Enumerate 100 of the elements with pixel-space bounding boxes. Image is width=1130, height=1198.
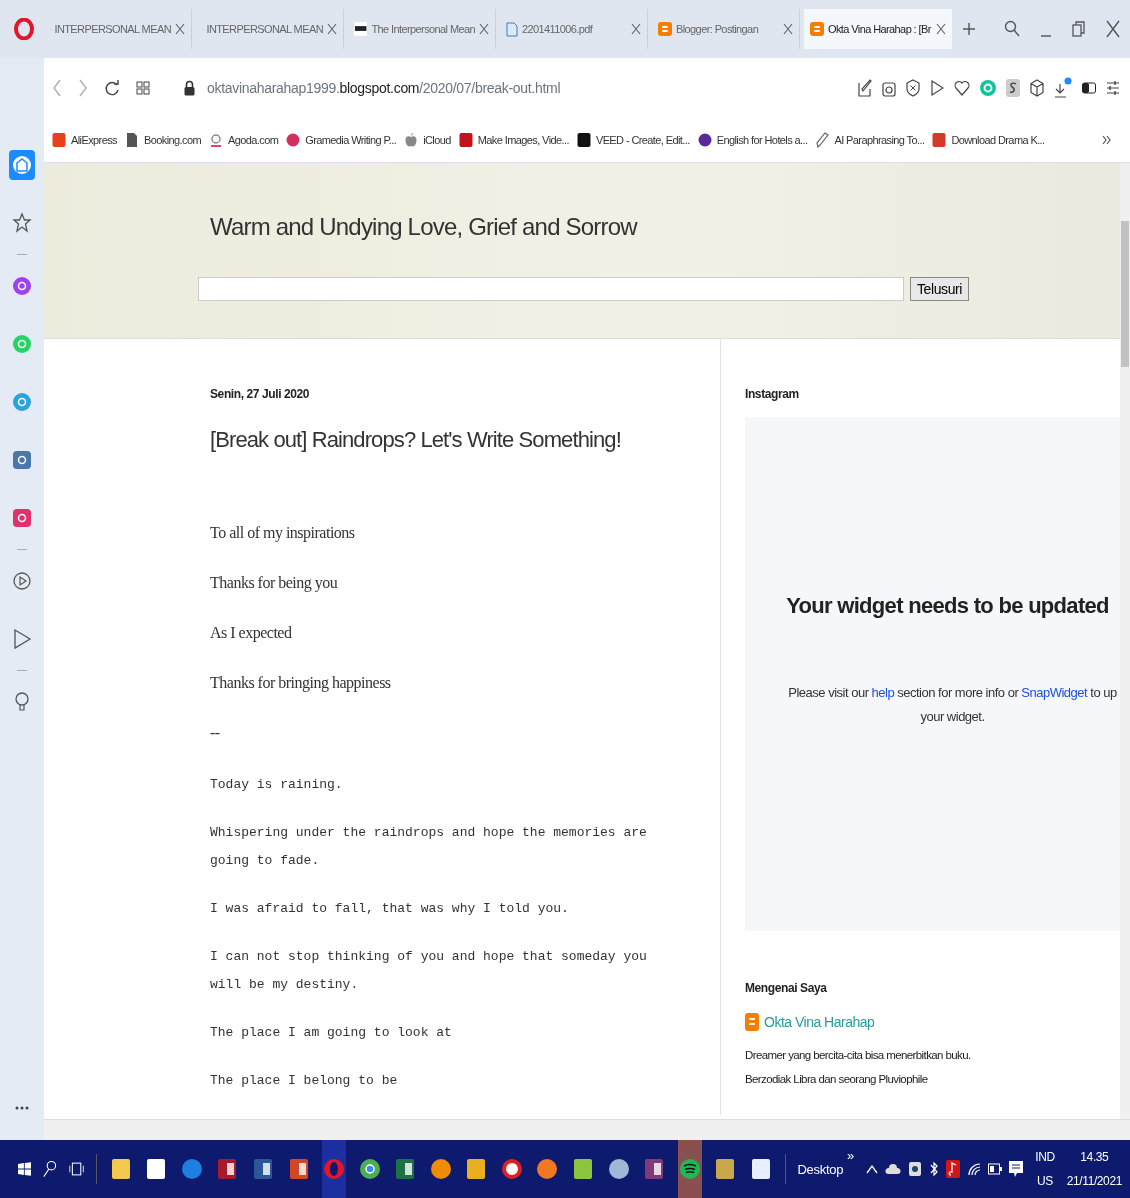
restore-icon[interactable] — [1072, 20, 1086, 38]
bookmark[interactable]: iCloud — [404, 132, 451, 148]
search-field[interactable] — [198, 277, 904, 301]
bookmark[interactable]: VEED - Create, Edit... — [576, 132, 690, 148]
widget-heading: Instagram — [745, 387, 800, 401]
opera-app-icon[interactable] — [322, 1140, 346, 1198]
site-logo-icon — [458, 132, 473, 148]
caret-icon[interactable] — [866, 1164, 879, 1174]
grid-icon[interactable] — [136, 81, 150, 95]
camera-icon[interactable] — [908, 1161, 923, 1177]
site-logo-icon — [697, 132, 712, 148]
battery-icon[interactable] — [988, 1163, 1003, 1175]
bookmark[interactable]: AI Paraphrasing To... — [815, 132, 925, 148]
wifi-icon[interactable] — [967, 1162, 982, 1176]
desktop-toolbar-label[interactable]: Desktop — [797, 1161, 844, 1177]
widget-message: Please visit our help section for more info or SnapWidget to up your widget. — [788, 684, 1117, 726]
search-button[interactable]: Telusuri — [910, 277, 970, 301]
bookmark[interactable]: AliExpress — [52, 132, 117, 148]
search-icon[interactable] — [1004, 20, 1020, 38]
more-icon[interactable] — [15, 1106, 29, 1110]
post-paragraph: I was afraid to fall, that was why I told you. — [210, 900, 570, 918]
post-paragraph: The place I belong to be — [210, 1072, 399, 1090]
widget-message-title: Your widget needs to be updated — [786, 593, 1109, 619]
spotify-app-icon[interactable] — [677, 1140, 702, 1198]
browser-tab[interactable]: 2201411006.pdf — [500, 9, 648, 49]
bookmark[interactable]: Gramedia Writing P... — [286, 132, 397, 148]
close-icon[interactable] — [783, 23, 793, 35]
toggle-icon[interactable] — [1082, 82, 1096, 94]
bookmark[interactable]: English for Hotels a... — [697, 132, 808, 148]
browser-tab[interactable]: INTERPERSONAL MEAN — [44, 9, 192, 49]
edit-icon[interactable] — [858, 79, 872, 97]
blog-title[interactable]: Warm and Undying Love, Grief and Sorrow — [210, 213, 637, 241]
browser-tab[interactable]: The Interpersonal Mean — [348, 9, 496, 49]
bookmark[interactable]: Booking.com — [124, 132, 201, 148]
browser-logo-icon[interactable] — [14, 18, 34, 40]
blogger-icon — [810, 22, 824, 36]
post-paragraph: Whispering under the raindrops and hope the memories are going to fade. — [210, 824, 648, 870]
browser-tab[interactable]: Okta Vina Harahap : [Br — [804, 9, 952, 49]
ad-block-icon[interactable] — [906, 79, 920, 97]
extension-icon[interactable] — [1006, 79, 1020, 97]
cube-icon[interactable] — [1030, 79, 1044, 97]
heart-icon[interactable] — [954, 79, 970, 97]
camera-icon[interactable] — [882, 79, 896, 97]
url-field[interactable]: oktavinaharahap1999.blogspot.com/2020/07/break-out.html — [207, 80, 561, 96]
post-date: Senin, 27 Juli 2020 — [210, 387, 311, 401]
browser-tab[interactable]: Blogger: Postingan — [652, 9, 800, 49]
home-icon[interactable] — [9, 150, 35, 180]
site-logo-icon — [52, 132, 66, 148]
post-paragraph: Today is raining. — [210, 776, 344, 794]
lock-icon[interactable] — [184, 80, 195, 96]
horizontal-scrollbar[interactable] — [44, 1119, 1130, 1140]
bluetooth-icon[interactable] — [929, 1161, 940, 1177]
profile-description: Dreamer yang bercita-cita bisa menerbitkan buku. Berzodiak Libra dan seorang Pluviophile — [745, 1048, 972, 1087]
post-title[interactable]: [Break out] Raindrops? Let's Write Something! — [210, 427, 720, 453]
post-paragraph: As I expected — [210, 623, 293, 644]
blogger-icon — [658, 22, 672, 36]
close-icon[interactable] — [936, 23, 946, 35]
site-logo-icon — [286, 132, 301, 148]
widget-heading: Mengenai Saya — [745, 981, 828, 995]
site-logo-icon — [208, 132, 223, 148]
close-icon[interactable] — [175, 23, 185, 35]
post-paragraph: Thanks for being you — [210, 573, 339, 594]
post-paragraph: -- — [210, 723, 221, 743]
close-icon[interactable] — [1106, 20, 1120, 38]
reload-icon[interactable] — [104, 79, 120, 97]
windows-start-icon[interactable] — [18, 1161, 32, 1177]
double-chevron-icon[interactable] — [1102, 135, 1112, 145]
play-icon[interactable] — [930, 79, 944, 97]
clock[interactable]: 14.35 21/11/2021 — [1066, 1150, 1122, 1188]
post-paragraph: I can not stop thinking of you and hope that someday you will be my destiny. — [210, 948, 648, 994]
file-icon — [506, 21, 518, 37]
file-icon — [124, 132, 139, 148]
bookmark[interactable]: Agoda.com — [208, 132, 279, 148]
toolbar-chevron[interactable]: » — [847, 1148, 855, 1163]
close-icon[interactable] — [327, 23, 337, 35]
apple-icon — [404, 132, 419, 148]
blogger-icon — [745, 1013, 759, 1031]
post-paragraph: To all of my inspirations — [210, 523, 356, 544]
browser-tab[interactable]: INTERPERSONAL MEAN — [196, 9, 344, 49]
site-logo-icon — [354, 22, 368, 36]
download-icon[interactable] — [1054, 77, 1072, 99]
bookmark[interactable]: Download Drama K... — [932, 132, 1045, 148]
site-logo-icon — [932, 132, 947, 148]
close-icon[interactable] — [631, 23, 641, 35]
post-paragraph: Thanks for bringing happiness — [210, 673, 392, 694]
bookmark[interactable]: Make Images, Vide... — [458, 132, 569, 148]
pencil-icon — [815, 132, 830, 148]
post-paragraph: The place I am going to look at — [210, 1024, 453, 1042]
input-language[interactable]: IND US — [1035, 1150, 1055, 1188]
new-tab-icon[interactable] — [962, 22, 976, 36]
cloud-icon[interactable] — [885, 1163, 902, 1175]
help-link[interactable]: help — [871, 685, 895, 700]
task-view-icon[interactable] — [68, 1160, 85, 1178]
snapwidget-link[interactable]: SnapWidget — [1021, 685, 1088, 700]
scrollbar[interactable] — [1120, 163, 1130, 1119]
search-icon[interactable] — [43, 1159, 57, 1179]
notification-icon[interactable] — [1009, 1160, 1024, 1178]
close-icon[interactable] — [479, 23, 489, 35]
settings-icon[interactable] — [1106, 79, 1120, 97]
music-app-icon[interactable] — [946, 1160, 961, 1178]
